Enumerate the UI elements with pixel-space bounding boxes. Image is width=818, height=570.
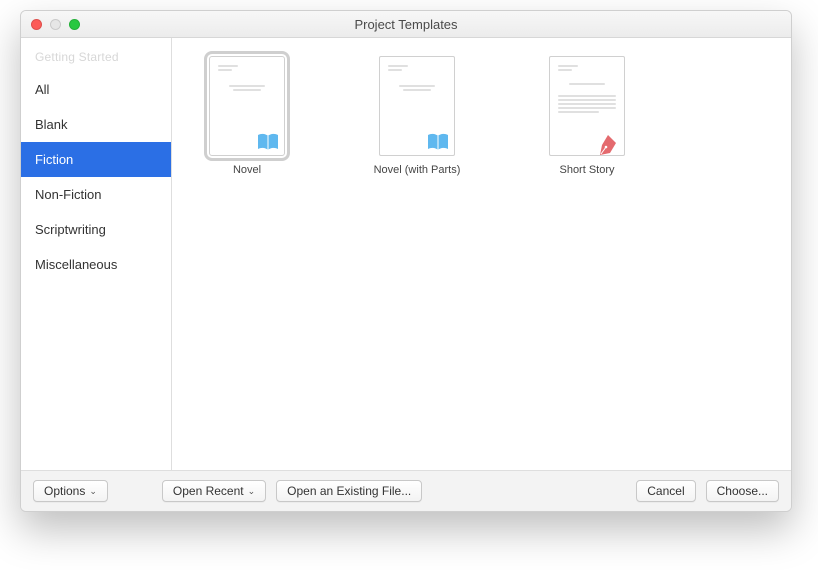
template-novel[interactable]: Novel — [192, 56, 302, 176]
sidebar-item-all[interactable]: All — [21, 72, 171, 107]
cancel-button[interactable]: Cancel — [636, 480, 695, 502]
template-grid: Novel — [172, 38, 791, 470]
options-menu-button[interactable]: Options ⌄ — [33, 480, 108, 502]
template-label: Novel (with Parts) — [374, 164, 461, 176]
template-label: Short Story — [559, 164, 614, 176]
window-title: Project Templates — [21, 17, 791, 32]
sidebar-item-scriptwriting[interactable]: Scriptwriting — [21, 212, 171, 247]
template-novel-with-parts[interactable]: Novel (with Parts) — [362, 56, 472, 176]
sidebar-header: Getting Started — [21, 44, 171, 72]
chevron-down-icon: ⌄ — [248, 486, 256, 497]
choose-button[interactable]: Choose... — [706, 480, 779, 502]
pen-nib-icon — [596, 133, 620, 151]
book-icon — [426, 133, 450, 151]
options-label: Options — [44, 484, 85, 498]
sidebar-item-non-fiction[interactable]: Non-Fiction — [21, 177, 171, 212]
open-existing-label: Open an Existing File... — [287, 484, 411, 498]
sidebar-item-blank[interactable]: Blank — [21, 107, 171, 142]
template-thumbnail — [209, 56, 285, 156]
book-icon — [256, 133, 280, 151]
footer-toolbar: Options ⌄ Open Recent ⌄ Open an Existing… — [21, 470, 791, 511]
chevron-down-icon: ⌄ — [89, 486, 97, 497]
project-templates-window: Project Templates Getting Started All Bl… — [20, 10, 792, 512]
choose-label: Choose... — [717, 484, 768, 498]
template-label: Novel — [233, 164, 261, 176]
open-existing-file-button[interactable]: Open an Existing File... — [276, 480, 422, 502]
template-thumbnail — [379, 56, 455, 156]
sidebar-item-miscellaneous[interactable]: Miscellaneous — [21, 247, 171, 282]
template-thumbnail — [549, 56, 625, 156]
cancel-label: Cancel — [647, 484, 684, 498]
titlebar: Project Templates — [21, 11, 791, 38]
open-recent-menu-button[interactable]: Open Recent ⌄ — [162, 480, 266, 502]
template-short-story[interactable]: Short Story — [532, 56, 642, 176]
sidebar: Getting Started All Blank Fiction Non-Fi… — [21, 38, 172, 470]
window-body: Getting Started All Blank Fiction Non-Fi… — [21, 38, 791, 470]
sidebar-item-fiction[interactable]: Fiction — [21, 142, 171, 177]
open-recent-label: Open Recent — [173, 484, 244, 498]
